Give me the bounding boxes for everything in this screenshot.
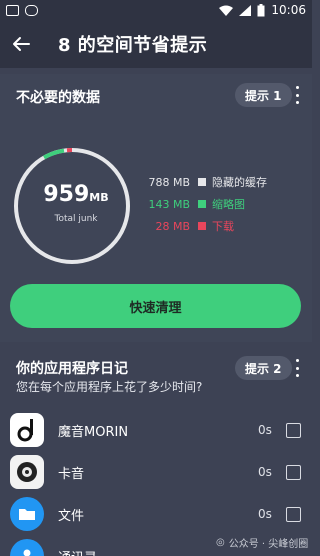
moyin-app-icon bbox=[10, 413, 44, 447]
junk-gauge: 959MB Total junk bbox=[12, 146, 132, 266]
gauge-label: Total junk bbox=[54, 214, 98, 224]
wifi-icon bbox=[219, 5, 234, 16]
hint-1-button[interactable]: 提示 1 bbox=[235, 83, 292, 107]
arrow-left-icon bbox=[13, 37, 30, 51]
app-checkbox[interactable] bbox=[286, 464, 301, 480]
gauge-segment-thumbnails bbox=[43, 148, 65, 160]
notification-icons bbox=[6, 4, 38, 16]
status-bar: 10:06 bbox=[0, 0, 312, 20]
list-item[interactable]: 魔音MORIN 0s bbox=[0, 410, 312, 450]
kayin-app-icon bbox=[10, 455, 44, 489]
gauge-value: 959MB bbox=[28, 182, 124, 207]
legend-row-downloads: 28 MB 下载 bbox=[120, 218, 234, 234]
legend-swatch bbox=[198, 200, 206, 208]
app-diary-card: 你的应用程序日记 提示 2 您在每个应用程序上花了多少时间? 魔音MORIN 0… bbox=[0, 344, 312, 556]
page-title: 8 的空间节省提示 bbox=[58, 35, 208, 56]
legend-row-cache: 788 MB 隐藏的缓存 bbox=[120, 174, 267, 190]
legend-size: 28 MB bbox=[155, 219, 190, 233]
legend-swatch bbox=[198, 178, 206, 186]
app-time: 0s bbox=[258, 507, 272, 521]
contacts-icon bbox=[10, 539, 44, 556]
app-name: 文件 bbox=[58, 508, 85, 524]
section-title-unneeded: 不必要的数据 bbox=[16, 90, 100, 106]
legend-label: 下载 bbox=[212, 220, 234, 233]
battery-icon bbox=[257, 3, 265, 16]
unneeded-data-card: 不必要的数据 提示 1 959MB Total junk 788 MB 隐藏的缓… bbox=[0, 74, 312, 342]
legend-swatch bbox=[198, 222, 206, 230]
watermark-text: 公众号 · 尖峰创圈 bbox=[228, 539, 309, 550]
more-options-icon[interactable] bbox=[292, 86, 302, 104]
app-name: 魔音MORIN bbox=[58, 424, 129, 440]
app-name: 通讯录 bbox=[58, 547, 97, 556]
app-bar: 8 的空间节省提示 bbox=[0, 20, 312, 68]
hint-2-button[interactable]: 提示 2 bbox=[235, 356, 292, 380]
gallery-notification-icon bbox=[6, 4, 19, 16]
wechat-icon: ◎ bbox=[216, 537, 225, 548]
legend-size: 143 MB bbox=[148, 197, 190, 211]
legend-label: 隐藏的缓存 bbox=[212, 176, 267, 189]
list-item[interactable]: 文件 0s bbox=[0, 494, 312, 534]
cellular-icon bbox=[239, 4, 252, 16]
gauge-unit: MB bbox=[89, 191, 109, 204]
app-time: 0s bbox=[258, 423, 272, 437]
app-checkbox[interactable] bbox=[286, 422, 301, 438]
app-time: 0s bbox=[258, 465, 272, 479]
app-checkbox[interactable] bbox=[286, 506, 301, 522]
status-time: 10:06 bbox=[271, 3, 306, 17]
diary-subtitle: 您在每个应用程序上花了多少时间? bbox=[16, 380, 203, 394]
folder-icon bbox=[10, 497, 44, 531]
watermark: ◎ 公众号 · 尖峰创圈 bbox=[216, 535, 308, 550]
section-title-diary: 你的应用程序日记 bbox=[16, 361, 128, 377]
app-name: 卡音 bbox=[58, 466, 85, 482]
gauge-number: 959 bbox=[43, 182, 90, 207]
more-options-icon[interactable] bbox=[292, 359, 302, 377]
back-button[interactable] bbox=[10, 33, 32, 55]
legend-label: 缩略图 bbox=[212, 198, 245, 211]
message-notification-icon bbox=[25, 4, 38, 16]
list-item[interactable]: 卡音 0s bbox=[0, 452, 312, 492]
quick-clean-button[interactable]: 快速清理 bbox=[10, 284, 301, 328]
legend-row-thumbnails: 143 MB 缩略图 bbox=[120, 196, 245, 212]
legend-size: 788 MB bbox=[148, 175, 190, 189]
